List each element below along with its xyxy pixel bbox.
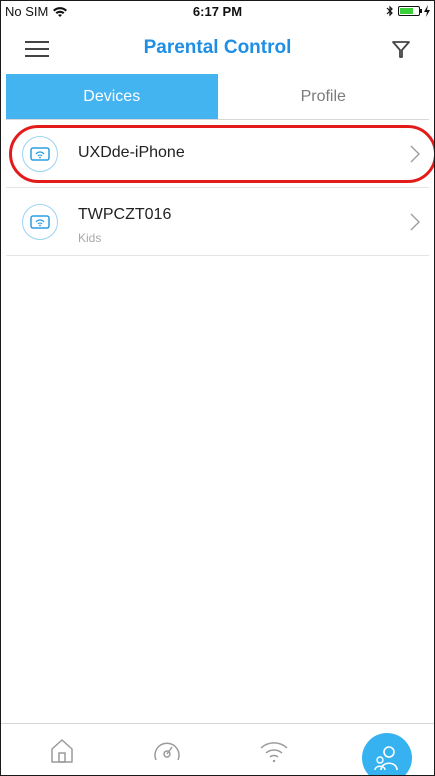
device-name: TWPCZT016 <box>78 206 172 223</box>
app-header: Parental Control <box>1 23 434 73</box>
battery-icon <box>398 6 422 16</box>
device-profile-label: Kids <box>78 231 102 245</box>
nav-parental-control[interactable] <box>357 724 417 775</box>
device-avatar <box>22 136 58 172</box>
device-row-twpczt016[interactable]: TWPCZT016 Kids <box>6 188 429 256</box>
segment-tabs: Devices Profile <box>6 74 429 120</box>
device-row-uxdde-iphone[interactable]: UXDde-iPhone <box>6 120 434 188</box>
status-right <box>386 5 430 17</box>
parental-control-icon <box>374 746 398 771</box>
wifi-icon <box>260 742 288 763</box>
charging-icon <box>424 5 430 17</box>
home-icon <box>51 739 73 763</box>
nav-speedtest[interactable] <box>137 724 197 775</box>
highlight-annotation <box>9 125 434 183</box>
nav-wifi[interactable] <box>244 724 304 775</box>
bluetooth-icon <box>386 5 393 17</box>
chevron-right-icon <box>410 213 420 231</box>
active-nav-bubble <box>362 733 412 775</box>
status-bar: No SIM 6:17 PM <box>1 1 434 23</box>
status-time: 6:17 PM <box>192 4 243 19</box>
filter-icon[interactable] <box>390 38 412 60</box>
chevron-right-icon <box>410 145 420 163</box>
router-icon <box>30 215 50 229</box>
device-avatar <box>22 204 58 240</box>
nav-home[interactable] <box>32 724 92 775</box>
router-icon <box>30 147 50 161</box>
battery-fill <box>400 8 413 14</box>
app-screen: No SIM 6:17 PM Parental Control Devices … <box>0 0 435 776</box>
tab-devices[interactable]: Devices <box>6 74 218 119</box>
device-list: UXDde-iPhone TWPCZT016 Kids <box>6 120 434 256</box>
speedometer-icon <box>154 742 180 761</box>
page-title: Parental Control <box>143 37 292 58</box>
bottom-nav <box>1 723 434 775</box>
device-name: UXDde-iPhone <box>78 144 185 161</box>
tab-profile[interactable]: Profile <box>217 74 429 119</box>
